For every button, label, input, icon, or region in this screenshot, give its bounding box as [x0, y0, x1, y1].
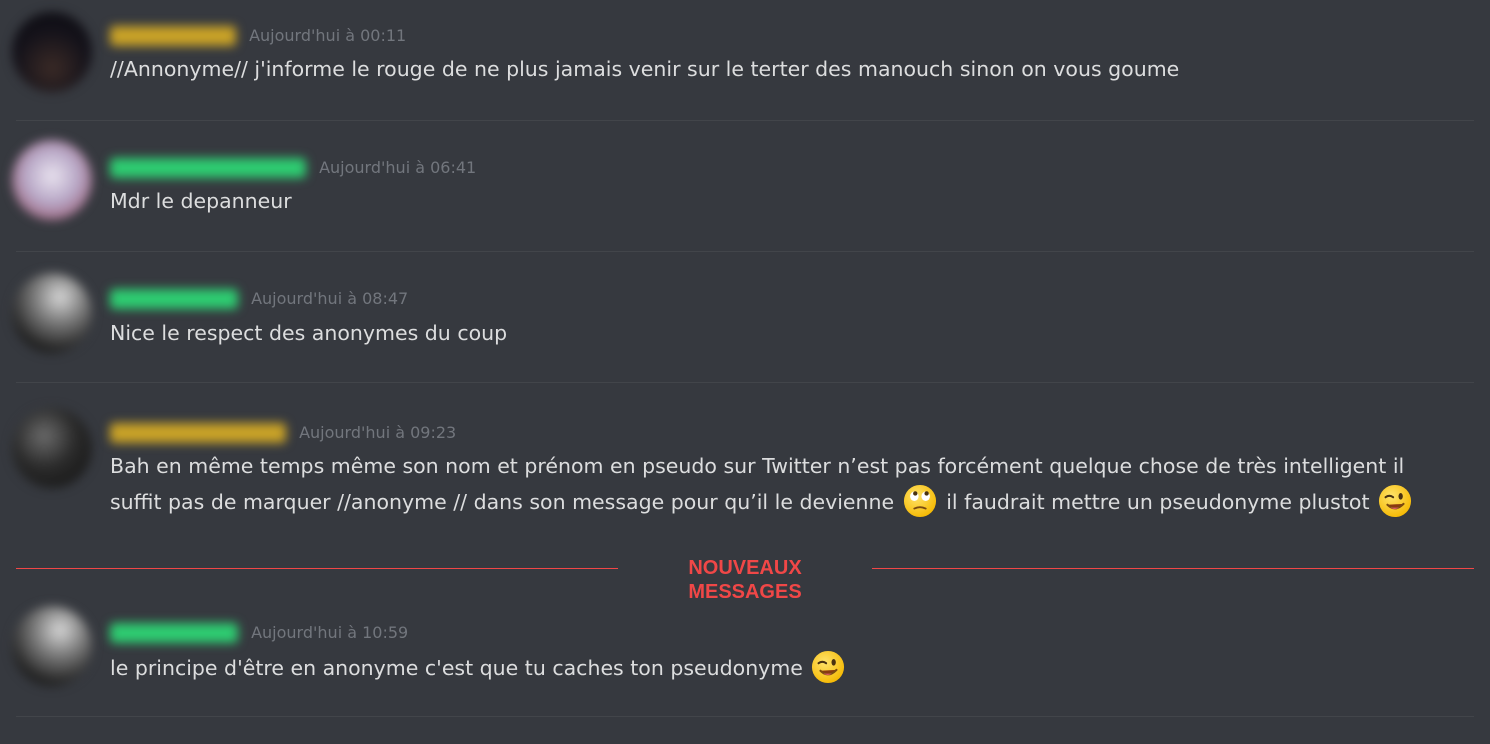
username[interactable]	[110, 25, 236, 46]
message-item[interactable]: Aujourd'hui à 06:41 Mdr le depanneur	[0, 121, 1490, 251]
message-line: le principe d'être en anonyme c'est que …	[110, 656, 803, 680]
message-content: Mdr le depanneur	[110, 189, 292, 213]
username[interactable]	[110, 622, 238, 643]
username[interactable]	[110, 157, 306, 178]
message-line: suffit pas de marquer //anonyme // dans …	[110, 490, 895, 514]
message-item[interactable]: Aujourd'hui à 09:23 Bah en même temps mê…	[0, 383, 1490, 553]
new-messages-line-right	[872, 568, 1474, 569]
message-divider	[16, 716, 1474, 717]
new-messages-divider: NOUVEAUX MESSAGES	[16, 556, 1474, 603]
new-messages-line-left	[16, 568, 618, 569]
message-content: le principe d'être en anonyme c'est que …	[110, 650, 1430, 686]
message-content: Nice le respect des anonymes du coup	[110, 321, 508, 345]
user-avatar[interactable]	[12, 606, 92, 686]
message-line: Bah en même temps même son nom et prénom…	[110, 454, 1405, 478]
timestamp: Aujourd'hui à 00:11	[249, 26, 407, 45]
message-content: //Annonyme// j'informe le rouge de ne pl…	[110, 57, 1180, 81]
timestamp: Aujourd'hui à 08:47	[251, 289, 409, 308]
user-avatar[interactable]	[12, 12, 92, 92]
username[interactable]	[110, 422, 286, 443]
winking-face-icon[interactable]	[811, 650, 845, 684]
message-content: Bah en même temps même son nom et prénom…	[110, 449, 1430, 520]
timestamp: Aujourd'hui à 09:23	[299, 423, 457, 442]
message-line: il faudrait mettre un pseudonyme plustot	[946, 490, 1370, 514]
user-avatar[interactable]	[12, 140, 92, 220]
username[interactable]	[110, 288, 238, 309]
message-item[interactable]: Aujourd'hui à 10:59 le principe d'être e…	[0, 584, 1490, 716]
timestamp: Aujourd'hui à 06:41	[319, 158, 477, 177]
user-avatar[interactable]	[12, 273, 92, 353]
chat-log: Aujourd'hui à 00:11 //Annonyme// j'infor…	[0, 0, 1490, 744]
face-with-rolling-eyes-icon[interactable]	[903, 484, 937, 518]
message-item[interactable]: Aujourd'hui à 08:47 Nice le respect des …	[0, 252, 1490, 382]
winking-face-icon[interactable]	[1378, 484, 1412, 518]
timestamp: Aujourd'hui à 10:59	[251, 623, 409, 642]
user-avatar[interactable]	[12, 408, 92, 488]
message-item[interactable]: Aujourd'hui à 00:11 //Annonyme// j'infor…	[0, 0, 1490, 120]
